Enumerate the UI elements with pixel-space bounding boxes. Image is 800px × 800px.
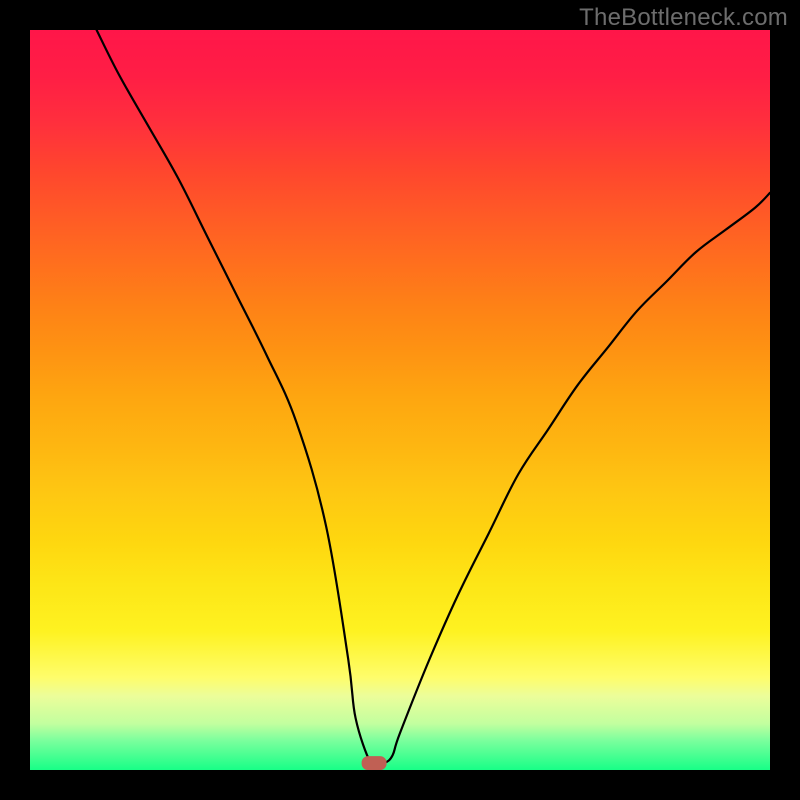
watermark-text: TheBottleneck.com xyxy=(579,4,788,32)
bottleneck-curve xyxy=(97,30,770,766)
chart-frame: TheBottleneck.com xyxy=(0,0,800,800)
curve-svg xyxy=(30,30,770,770)
minimum-marker xyxy=(362,757,386,770)
plot-area xyxy=(30,30,770,770)
